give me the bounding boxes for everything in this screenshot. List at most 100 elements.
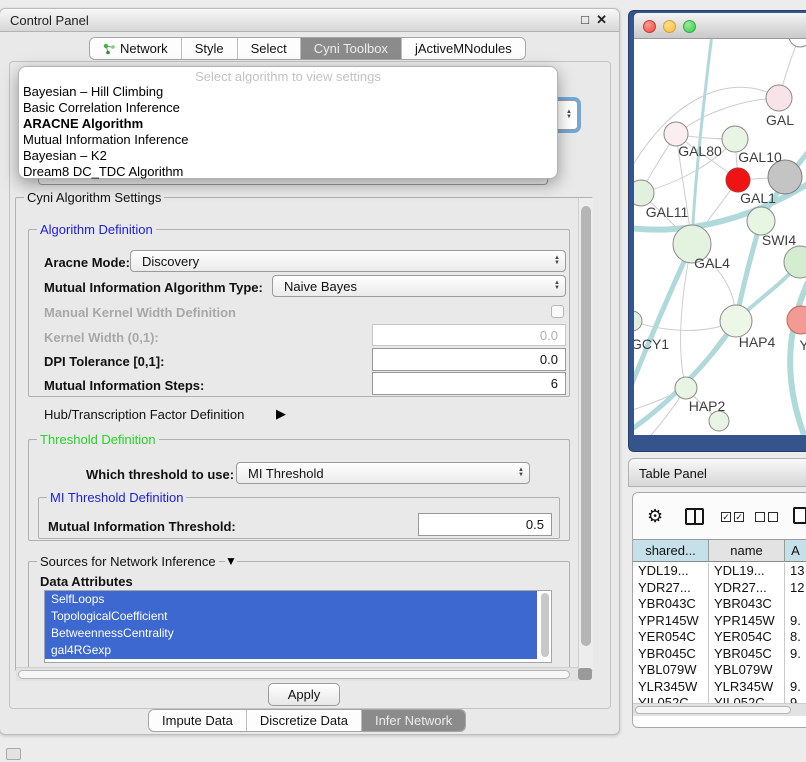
- list-scrollbar-thumb[interactable]: [541, 593, 549, 657]
- tab-cyni-toolbox-label: Cyni Toolbox: [314, 41, 388, 56]
- table-row[interactable]: YBL079WYBL079W: [633, 662, 806, 679]
- tab-impute-data[interactable]: Impute Data: [149, 710, 246, 731]
- tab-jactivemnodules[interactable]: jActiveMNodules: [401, 38, 525, 59]
- tab-cyni-toolbox[interactable]: Cyni Toolbox: [300, 38, 401, 59]
- dropdown-item[interactable]: Bayesian – K2: [19, 148, 557, 164]
- cell-name: YLR345W: [709, 679, 785, 696]
- mi-steps-label: Mutual Information Steps:: [44, 378, 204, 393]
- table-body[interactable]: YDL19...YDL19...13 YDR27...YDR27...12 YB…: [633, 563, 806, 703]
- node-gal: [766, 85, 792, 111]
- zoom-traffic-light-icon[interactable]: [683, 20, 696, 33]
- aracne-mode-combobox[interactable]: Discovery ▲▼: [130, 250, 566, 272]
- tab-style[interactable]: Style: [181, 38, 237, 59]
- application: Control Panel □ ✕ Network Style Select C…: [0, 0, 806, 762]
- cell-name: YPR145W: [709, 613, 785, 630]
- tab-discretize-data[interactable]: Discretize Data: [246, 710, 361, 731]
- table-row[interactable]: YBR045CYBR045C9.: [633, 646, 806, 663]
- table-row[interactable]: YPR145WYPR145W9.: [633, 613, 806, 630]
- dropdown-item[interactable]: Bayesian – Hill Climbing: [19, 84, 557, 100]
- float-icon[interactable]: □: [581, 12, 589, 27]
- control-panel-title: Control Panel: [10, 13, 89, 28]
- tab-network[interactable]: Network: [90, 38, 181, 59]
- aracne-mode-value: Discovery: [142, 254, 199, 269]
- settings-vscrollbar-thumb[interactable]: [581, 206, 591, 646]
- dropdown-item[interactable]: Mutual Information Inference: [19, 132, 557, 148]
- attribute-item-selected[interactable]: BetweennessCentrality: [45, 625, 537, 642]
- table-row[interactable]: YBR043CYBR043C: [633, 596, 806, 613]
- dropdown-item[interactable]: Basic Correlation Inference: [19, 100, 557, 116]
- network-window-titlebar[interactable]: [634, 13, 806, 39]
- which-threshold-combobox[interactable]: MI Threshold ▲▼: [236, 462, 530, 484]
- checked-box-icon[interactable]: ✓: [721, 512, 731, 522]
- table-row[interactable]: YDR27...YDR27...12: [633, 580, 806, 597]
- close-icon[interactable]: ✕: [596, 12, 607, 28]
- tab-impute-data-label: Impute Data: [162, 713, 233, 728]
- kernel-width-input[interactable]: 0.0: [372, 324, 566, 346]
- manual-kernel-checkbox[interactable]: [551, 305, 564, 318]
- table-row[interactable]: YER054CYER054C8.: [633, 629, 806, 646]
- minimize-traffic-light-icon[interactable]: [663, 20, 676, 33]
- column-header-partial[interactable]: A: [785, 540, 806, 561]
- table-panel-titlebar: Table Panel: [628, 458, 806, 487]
- file-icon[interactable]: [793, 507, 806, 524]
- mi-steps-input[interactable]: 6: [372, 372, 566, 395]
- aracne-mode-label: Aracne Mode:: [44, 255, 130, 270]
- network-view-window[interactable]: GAL GAL80 GAL10 GAL1 GAL11 SWI4 GAL4 GCY…: [628, 10, 806, 452]
- column-header-name[interactable]: name: [709, 540, 785, 561]
- algorithm-definition-title: Algorithm Definition: [37, 222, 156, 237]
- tab-infer-network[interactable]: Infer Network: [361, 710, 465, 731]
- column-header-shared-name[interactable]: shared...: [633, 540, 709, 561]
- cell-shared-name: YBR045C: [633, 646, 709, 663]
- cell-shared-name: YBL079W: [633, 662, 709, 679]
- collapsed-panel-icon[interactable]: [6, 748, 21, 760]
- network-icon: [103, 43, 116, 58]
- expanded-arrow-icon[interactable]: ▼: [225, 554, 237, 568]
- node-hap4: [720, 305, 752, 337]
- mi-threshold-input[interactable]: 0.5: [418, 513, 552, 536]
- dropdown-item-selected[interactable]: ARACNE Algorithm: [19, 116, 557, 132]
- table-panel-title: Table Panel: [639, 466, 707, 481]
- attribute-item-selected[interactable]: SelfLoops: [45, 591, 537, 608]
- checked-box-icon[interactable]: ✓: [734, 512, 744, 522]
- columns-icon[interactable]: [685, 508, 704, 525]
- tab-select[interactable]: Select: [237, 38, 300, 59]
- node-hap2: [675, 377, 697, 399]
- settings-vscrollbar-track[interactable]: [578, 198, 593, 670]
- combo-stepper-icon: ▲▼: [518, 468, 524, 478]
- table-header-row: shared... name A: [633, 539, 806, 562]
- gear-icon[interactable]: ⚙: [647, 506, 663, 527]
- apply-button[interactable]: Apply: [268, 683, 340, 706]
- settings-hscrollbar-thumb[interactable]: [18, 670, 570, 679]
- cell-shared-name: YIL052C: [633, 695, 709, 703]
- mi-type-combobox[interactable]: Naive Bayes ▲▼: [272, 275, 566, 297]
- table-panel-window: ⚙ ✓ ✓ shared... name A YDL19...YDL19...1…: [632, 492, 806, 728]
- network-canvas[interactable]: GAL GAL80 GAL10 GAL1 GAL11 SWI4 GAL4 GCY…: [634, 39, 806, 435]
- dropdown-item[interactable]: Dream8 DC_TDC Algorithm: [19, 164, 557, 180]
- node: [789, 39, 806, 47]
- attribute-item-selected[interactable]: TopologicalCoefficient: [45, 608, 537, 625]
- collapsed-arrow-icon[interactable]: ▶: [276, 406, 286, 422]
- close-traffic-light-icon[interactable]: [643, 20, 656, 33]
- table-hscrollbar-thumb[interactable]: [635, 706, 791, 714]
- node-label: GAL1: [740, 190, 776, 206]
- node-label: GAL10: [738, 149, 782, 165]
- dpi-tolerance-input[interactable]: 0.0: [372, 348, 566, 371]
- data-attributes-label: Data Attributes: [40, 574, 133, 589]
- settings-hscrollbar-track[interactable]: [16, 667, 578, 681]
- node-label: GAL80: [678, 143, 722, 159]
- mi-threshold-definition-title: MI Threshold Definition: [47, 490, 186, 505]
- data-attributes-list[interactable]: SelfLoops TopologicalCoefficient Between…: [44, 590, 552, 663]
- unchecked-box-icon[interactable]: [768, 512, 778, 522]
- table-row[interactable]: YIL052CYIL052C9.: [633, 695, 806, 703]
- node: [709, 411, 729, 431]
- hub-section-label[interactable]: Hub/Transcription Factor Definition: [44, 407, 244, 422]
- attribute-item-selected[interactable]: gal4RGexp: [45, 642, 537, 659]
- which-threshold-label: Which threshold to use:: [86, 467, 234, 482]
- table-hscrollbar-track[interactable]: [633, 703, 806, 716]
- cell-name: YBR045C: [709, 646, 785, 663]
- table-row[interactable]: YLR345WYLR345W9.: [633, 679, 806, 696]
- unchecked-box-icon[interactable]: [755, 512, 765, 522]
- table-row[interactable]: YDL19...YDL19...13: [633, 563, 806, 580]
- cell-value: 12: [785, 580, 806, 597]
- combo-stepper-icon: ▲▼: [554, 256, 560, 266]
